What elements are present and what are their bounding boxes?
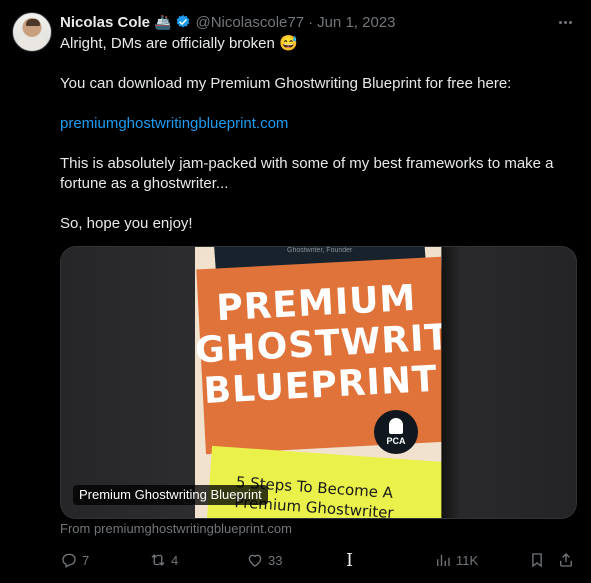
share-icon: [560, 553, 572, 567]
avatar-hair: [26, 19, 40, 26]
views-count: 11K: [456, 552, 479, 568]
header-separator: ·: [308, 13, 314, 31]
book-founder-text: Ghostwriter, Founder: [287, 247, 353, 254]
action-bar: 7 4 33 I 11K: [60, 549, 580, 571]
reply-icon: [62, 553, 76, 568]
views-icon: [437, 554, 450, 566]
text-cursor: I: [346, 549, 354, 571]
bookmark-icon: [532, 553, 542, 568]
card-source[interactable]: From premiumghostwritingblueprint.com: [60, 521, 292, 536]
avatar[interactable]: [12, 12, 52, 52]
book-cover-image: Ghostwriter, Founder PREMIUM GHOSTWRITIN…: [195, 247, 442, 518]
tweet-header: Nicolas Cole 🚢 @Nicolascole77 · Jun 1, 2…: [60, 12, 396, 32]
pca-label: PCA: [386, 436, 406, 446]
reply-count: 7: [82, 552, 90, 568]
tweet-line-1: Alright, DMs are officially broken 😅: [60, 35, 298, 52]
views-button[interactable]: 11K: [434, 550, 478, 570]
tweet-line-2: You can download my Premium Ghostwriting…: [60, 75, 512, 92]
tweet-link[interactable]: premiumghostwritingblueprint.com: [60, 115, 288, 132]
link-card[interactable]: Ghostwriter, Founder PREMIUM GHOSTWRITIN…: [60, 246, 577, 519]
tweet[interactable]: Nicolas Cole 🚢 @Nicolascole77 · Jun 1, 2…: [0, 0, 591, 583]
like-icon: [248, 554, 262, 567]
author-name[interactable]: Nicolas Cole: [60, 14, 150, 31]
bookmark-button[interactable]: [528, 550, 546, 570]
reply-button[interactable]: 7: [60, 550, 89, 570]
tweet-text: Alright, DMs are officially broken 😅 You…: [60, 34, 575, 234]
share-button[interactable]: [557, 550, 575, 570]
retweet-button[interactable]: 4: [149, 550, 178, 570]
ghost-icon: [389, 418, 403, 434]
tweet-date[interactable]: Jun 1, 2023: [317, 14, 395, 31]
tweet-line-3: This is absolutely jam-packed with some …: [60, 155, 554, 192]
author-handle[interactable]: @Nicolascole77: [195, 14, 304, 31]
retweet-count: 4: [171, 552, 179, 568]
pca-logo: PCA: [374, 410, 418, 454]
verified-badge-icon[interactable]: [175, 14, 191, 30]
card-title-label: Premium Ghostwriting Blueprint: [73, 485, 268, 505]
book-shadow: [441, 247, 461, 518]
retweet-icon: [151, 554, 165, 566]
more-icon[interactable]: [553, 12, 577, 32]
tweet-line-4: So, hope you enjoy!: [60, 215, 193, 232]
like-count: 33: [268, 552, 283, 568]
ship-emoji: 🚢: [154, 13, 172, 30]
like-button[interactable]: 33: [246, 550, 282, 570]
book-title: PREMIUM GHOSTWRITING BLUEPRINT: [195, 277, 442, 413]
